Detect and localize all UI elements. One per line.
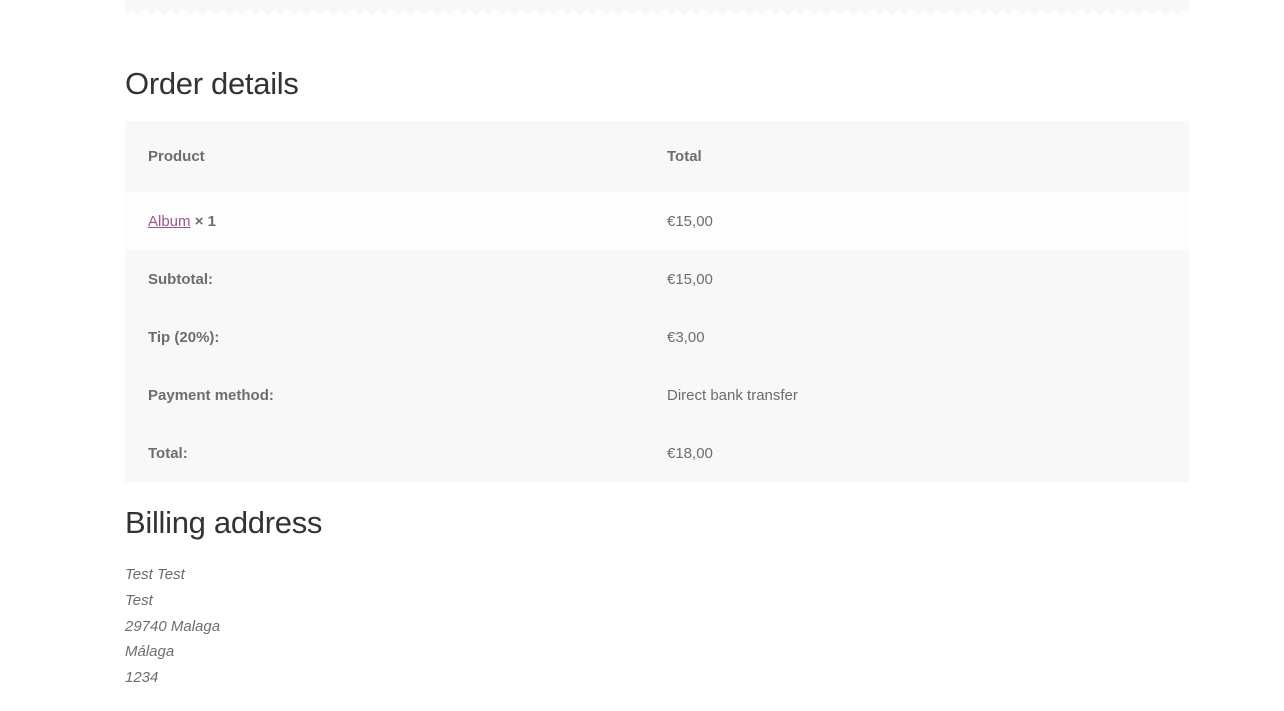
order-item-total: €15,00 [667,212,713,230]
subtotal-label: Subtotal: [148,270,213,288]
order-item-product: Album × 1 [125,192,644,250]
payment-method-label: Payment method: [148,386,274,404]
billing-phone: 1234 [125,669,159,687]
column-header-product: Product [148,148,205,165]
total-row: Total: €18,00 [125,424,1189,482]
table-header-row: Product Total [125,121,1189,192]
product-link-album[interactable]: Album [148,213,191,230]
order-overview-zigzag-border [125,0,1189,16]
billing-postcode-city: 29740 Malaga [125,617,221,635]
order-details-title: Order details [125,66,299,101]
billing-name: Test Test [125,566,185,583]
tip-row: Tip (20%): €3,00 [125,308,1189,366]
column-header-total: Total [667,148,702,165]
product-quantity: × 1 [194,212,216,230]
tip-label: Tip (20%): [148,328,220,346]
total-label: Total: [148,444,188,462]
order-details-table: Product Total Album × 1 €15,00 Subtotal:… [125,121,1189,482]
billing-address-title: Billing address [125,505,323,540]
order-item-row: Album × 1 €15,00 [125,192,1189,250]
total-value: €18,00 [667,444,713,462]
payment-method-value: Direct bank transfer [667,386,798,404]
tip-value: €3,00 [667,328,705,346]
subtotal-value: €15,00 [667,270,713,288]
payment-method-row: Payment method: Direct bank transfer [125,366,1189,424]
billing-state: Málaga [125,643,175,661]
billing-address: Test Test Test 29740 Malaga Málaga 1234 [125,562,220,691]
billing-address-line: Test [125,591,153,609]
subtotal-row: Subtotal: €15,00 [125,250,1189,308]
